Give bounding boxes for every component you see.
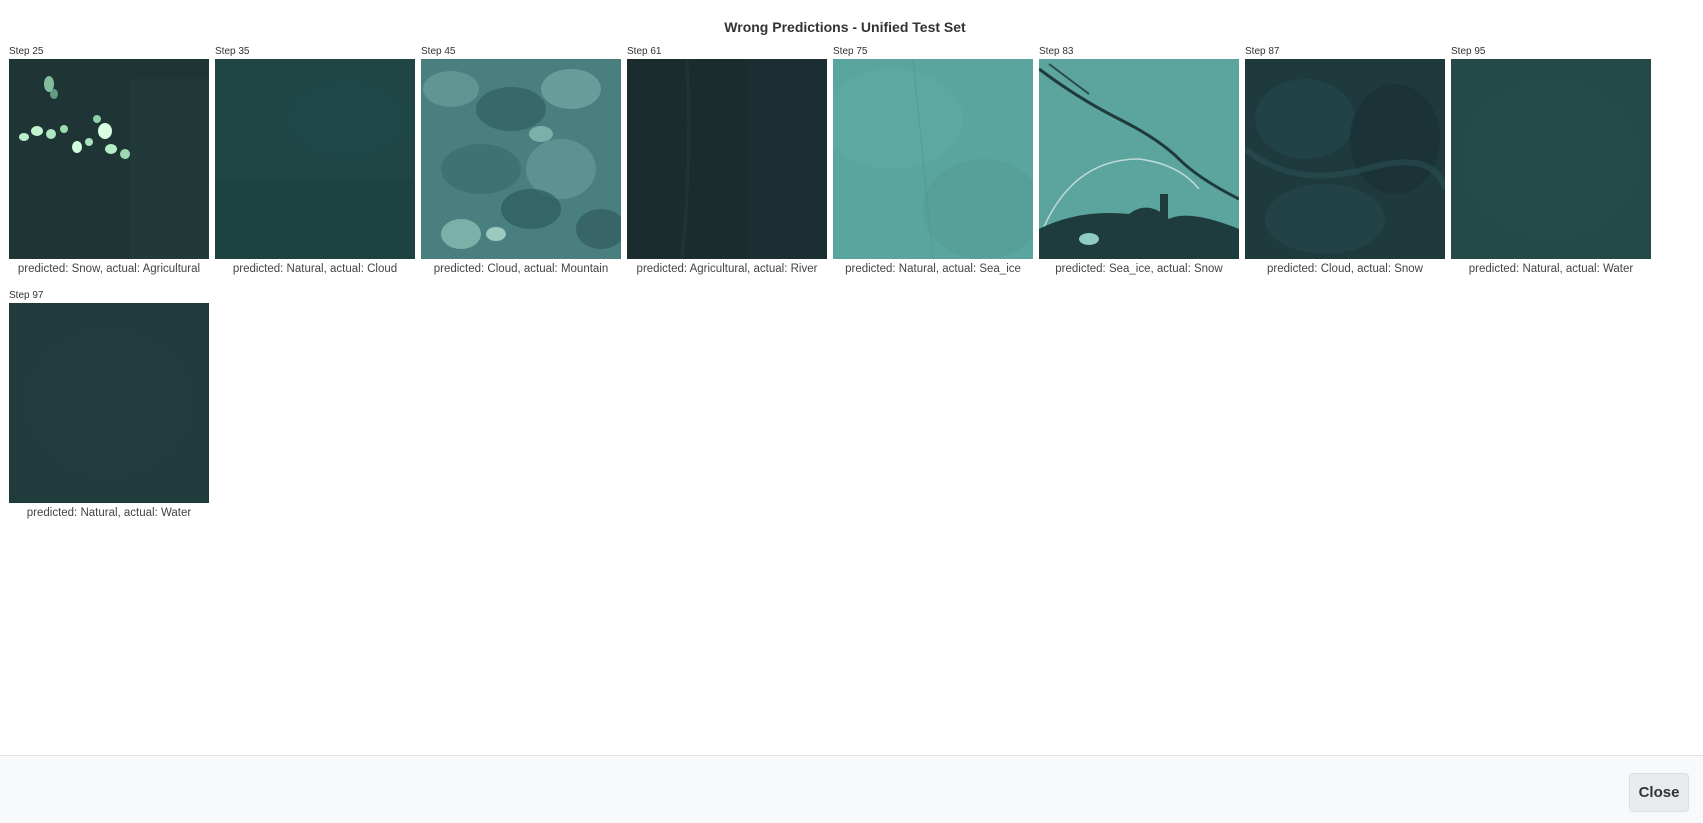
satellite-dark-teal-image[interactable] [215,59,415,259]
prediction-caption: predicted: Natural, actual: Cloud [232,263,398,275]
wrong-predictions-modal: Wrong Predictions - Unified Test Set Ste… [0,0,1703,823]
prediction-card: Step 35 predicted: Natural, actual: Clou… [215,45,415,280]
prediction-card: Step 61 predicted: Agricultural, actual:… [627,45,827,280]
prediction-caption: predicted: Natural, actual: Water [1468,263,1634,275]
satellite-light-teal-image[interactable] [833,59,1033,259]
prediction-caption: predicted: Agricultural, actual: River [636,263,818,275]
prediction-card: Step 97 predicted: Natural, actual: Wate… [9,289,209,524]
prediction-card: Step 83 predicted: Sea_ice, actual: Snow [1039,45,1239,280]
prediction-card: Step 95 predicted: Natural, actual: Wate… [1451,45,1651,280]
step-label: Step 61 [627,46,662,57]
satellite-mountain-texture-image[interactable] [421,59,621,259]
prediction-caption: predicted: Cloud, actual: Snow [1267,263,1423,275]
step-label: Step 95 [1451,46,1486,57]
prediction-card: Step 25 predicted: Snow, actual: Agricul… [9,45,209,280]
satellite-water-image[interactable] [1451,59,1651,259]
prediction-card: Step 45 predicted: Cloud, actual: Mounta… [421,45,621,280]
satellite-very-dark-image[interactable] [627,59,827,259]
modal-title: Wrong Predictions - Unified Test Set [724,19,966,35]
prediction-card: Step 87 predicted: Cloud, actual: Snow [1245,45,1445,280]
step-label: Step 75 [833,46,868,57]
modal-footer: Close [0,755,1703,823]
step-label: Step 83 [1039,46,1074,57]
prediction-caption: predicted: Natural, actual: Sea_ice [845,263,1021,275]
prediction-caption: predicted: Cloud, actual: Mountain [433,263,609,275]
prediction-caption: predicted: Snow, actual: Agricultural [17,263,201,275]
step-label: Step 45 [421,46,456,57]
prediction-caption: predicted: Sea_ice, actual: Snow [1055,263,1223,275]
close-button[interactable]: Close [1629,773,1689,812]
step-label: Step 25 [9,46,44,57]
step-label: Step 87 [1245,46,1280,57]
satellite-ice-crack-image[interactable] [1039,59,1239,259]
prediction-card: Step 75 predicted: Natural, actual: Sea_… [833,45,1033,280]
prediction-caption: predicted: Natural, actual: Water [26,507,192,519]
step-label: Step 35 [215,46,250,57]
step-label: Step 97 [9,290,44,301]
satellite-snowy-patches-image[interactable] [9,59,209,259]
satellite-dark-swirl-image[interactable] [1245,59,1445,259]
satellite-water-image[interactable] [9,303,209,503]
